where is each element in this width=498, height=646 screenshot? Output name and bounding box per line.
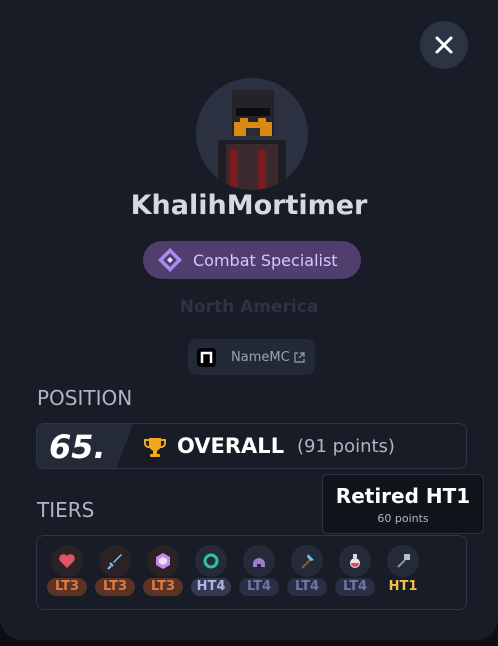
tier-label: HT1 xyxy=(388,579,418,594)
skin-avatar-icon xyxy=(196,78,308,190)
tier-label: LT3 xyxy=(95,578,135,596)
tier-label: LT4 xyxy=(335,578,375,596)
overall-position-card: 65. OVERALL (91 points) xyxy=(36,423,467,469)
player-modal: KhalihMortimer Combat Specialist North A… xyxy=(0,0,498,640)
namemc-link[interactable]: NameMC xyxy=(188,339,315,375)
tier-label: LT3 xyxy=(143,578,183,596)
sword-icon xyxy=(99,545,131,577)
tooltip-subtitle: 60 points xyxy=(377,512,429,525)
username: KhalihMortimer xyxy=(130,190,368,221)
tier-label: LT4 xyxy=(239,578,279,596)
crystal-icon xyxy=(147,545,179,577)
title-badge: Combat Specialist xyxy=(143,241,361,279)
namemc-label: NameMC xyxy=(231,349,290,365)
tier-item[interactable]: LT3 xyxy=(143,545,183,603)
tier-label: LT4 xyxy=(287,578,327,596)
external-link-icon xyxy=(294,351,305,363)
rank-number: 65. xyxy=(49,428,106,466)
avatar xyxy=(196,78,308,190)
heart-icon xyxy=(51,545,83,577)
tiers-heading: TIERS xyxy=(37,498,95,522)
tier-item[interactable]: LT4 xyxy=(239,545,279,603)
ring-icon xyxy=(195,545,227,577)
tier-item[interactable]: LT4 xyxy=(335,545,375,603)
region-label: North America xyxy=(179,297,319,317)
tier-item[interactable]: LT3 xyxy=(95,545,135,603)
tier-item[interactable]: LT3 xyxy=(47,545,87,603)
diamond-rank-icon xyxy=(158,248,182,272)
namemc-logo-icon xyxy=(197,347,216,367)
tier-label: HT4 xyxy=(191,578,231,596)
helmet-icon xyxy=(243,545,275,577)
title-label: Combat Specialist xyxy=(193,250,338,270)
close-icon xyxy=(435,36,453,54)
tiers-card: LT3 LT3 LT3 HT4 LT4 LT4 LT4 HT1 xyxy=(36,535,467,610)
axe-icon xyxy=(291,545,323,577)
tier-item[interactable]: LT4 xyxy=(287,545,327,603)
tier-label: LT3 xyxy=(47,578,87,596)
tier-item[interactable]: HT1 xyxy=(383,545,423,603)
trophy-icon xyxy=(144,438,166,457)
overall-label: OVERALL xyxy=(177,434,285,458)
overall-points: (91 points) xyxy=(297,436,395,457)
potion-icon xyxy=(339,545,371,577)
tooltip-title: Retired HT1 xyxy=(335,484,471,508)
tier-item[interactable]: HT4 xyxy=(191,545,231,603)
close-button[interactable] xyxy=(420,21,468,69)
mace-icon xyxy=(387,545,419,577)
tier-tooltip: Retired HT1 60 points xyxy=(322,474,484,534)
position-heading: POSITION xyxy=(37,386,133,410)
